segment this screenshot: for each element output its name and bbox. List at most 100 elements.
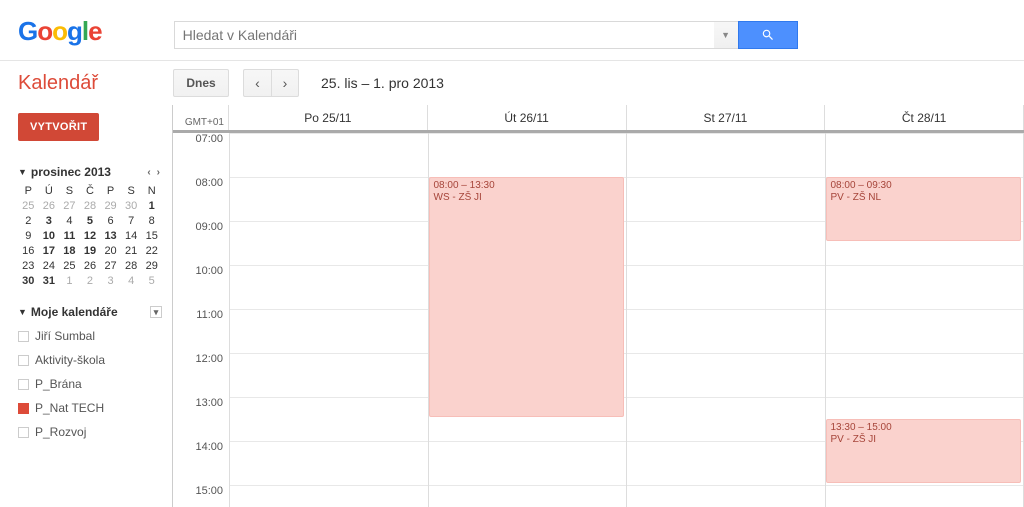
calendar-item[interactable]: P_Nat TECH [18, 401, 162, 415]
mini-day[interactable]: 26 [39, 200, 60, 212]
mini-day[interactable]: 7 [121, 215, 142, 227]
search-button[interactable] [738, 21, 798, 49]
grid-scroll[interactable]: 07:0008:0009:0010:0011:0012:0013:0014:00… [173, 133, 1024, 507]
toolbar: Kalendář Dnes ‹ › 25. lis – 1. pro 2013 [0, 61, 1024, 105]
mini-day[interactable]: 26 [80, 260, 101, 272]
search-input[interactable] [174, 21, 714, 49]
mini-day[interactable]: 27 [59, 200, 80, 212]
calendar-event[interactable]: 13:30 – 15:00PV - ZŠ JI [826, 419, 1022, 483]
mini-day[interactable]: 8 [141, 215, 162, 227]
mini-day[interactable]: 24 [39, 260, 60, 272]
mini-day[interactable]: 4 [121, 275, 142, 287]
calendar-event[interactable]: 08:00 – 09:30PV - ZŠ NL [826, 177, 1022, 241]
hour-label: 09:00 [195, 221, 229, 265]
calendar-label: Aktivity-škola [35, 353, 105, 367]
mini-day[interactable]: 5 [80, 215, 101, 227]
sidebar: VYTVOŘIT ▼ prosinec 2013 ‹ › PÚSČPSN2526… [0, 105, 172, 507]
search-dropdown[interactable]: ▼ [714, 21, 738, 49]
today-button[interactable]: Dnes [173, 69, 229, 97]
mini-day[interactable]: 4 [59, 215, 80, 227]
nav-group: ‹ › [243, 69, 299, 97]
calendar-swatch [18, 379, 29, 390]
day-column[interactable] [627, 133, 826, 507]
collapse-icon: ▼ [18, 307, 27, 317]
event-time: 08:00 – 09:30 [831, 180, 1017, 192]
create-button[interactable]: VYTVOŘIT [18, 113, 99, 141]
mini-day[interactable]: 29 [100, 200, 121, 212]
mini-day[interactable]: 19 [80, 245, 101, 257]
mini-next[interactable]: › [155, 167, 162, 178]
mini-day[interactable]: 17 [39, 245, 60, 257]
mini-day[interactable]: 10 [39, 230, 60, 242]
date-range: 25. lis – 1. pro 2013 [321, 75, 444, 91]
mini-day[interactable]: 5 [141, 275, 162, 287]
prev-button[interactable]: ‹ [243, 69, 271, 97]
mini-day[interactable]: 9 [18, 230, 39, 242]
calendar-item[interactable]: P_Rozvoj [18, 425, 162, 439]
hour-label: 11:00 [196, 309, 229, 353]
mini-day[interactable]: 30 [121, 200, 142, 212]
event-title: PV - ZŠ JI [831, 434, 1017, 446]
hour-label: 14:00 [195, 441, 229, 485]
mini-day[interactable]: 18 [59, 245, 80, 257]
mini-day[interactable]: 13 [100, 230, 121, 242]
mini-day[interactable]: 12 [80, 230, 101, 242]
mini-dow: P [100, 185, 121, 197]
mini-day[interactable]: 14 [121, 230, 142, 242]
day-headers-inner: Po 25/11Út 26/11St 27/11Čt 28/11 [229, 105, 1024, 130]
calendar-label: P_Nat TECH [35, 401, 104, 415]
mini-prev[interactable]: ‹ [145, 167, 152, 178]
mini-day[interactable]: 16 [18, 245, 39, 257]
mini-day[interactable]: 22 [141, 245, 162, 257]
mini-calendar-title: prosinec 2013 [31, 165, 111, 179]
mini-day[interactable]: 3 [100, 275, 121, 287]
hour-label: 10:00 [195, 265, 229, 309]
calendar-item[interactable]: Aktivity-škola [18, 353, 162, 367]
mini-dow: Č [80, 185, 101, 197]
calendar-swatch [18, 403, 29, 414]
mini-day[interactable]: 28 [80, 200, 101, 212]
mini-day[interactable]: 29 [141, 260, 162, 272]
event-time: 08:00 – 13:30 [434, 180, 620, 192]
mini-day[interactable]: 28 [121, 260, 142, 272]
calendar-item[interactable]: Jiří Sumbal [18, 329, 162, 343]
mini-day[interactable]: 3 [39, 215, 60, 227]
mini-day[interactable]: 21 [121, 245, 142, 257]
mini-day[interactable]: 1 [141, 200, 162, 212]
next-button[interactable]: › [271, 69, 299, 97]
mini-day[interactable]: 11 [59, 230, 80, 242]
mini-day[interactable]: 23 [18, 260, 39, 272]
day-header: St 27/11 [627, 105, 826, 130]
my-calendars-header[interactable]: ▼ Moje kalendáře ▾ [18, 305, 162, 319]
mini-day[interactable]: 30 [18, 275, 39, 287]
event-title: WS - ZŠ JI [434, 192, 620, 204]
mini-day[interactable]: 2 [80, 275, 101, 287]
mini-dow: S [121, 185, 142, 197]
search-icon [761, 28, 775, 42]
mini-day[interactable]: 6 [100, 215, 121, 227]
mini-day[interactable]: 20 [100, 245, 121, 257]
calendar-event[interactable]: 08:00 – 13:30WS - ZŠ JI [429, 177, 625, 417]
mini-calendar-grid[interactable]: PÚSČPSN252627282930123456789101112131415… [18, 185, 162, 287]
hour-label: 13:00 [195, 397, 229, 441]
mini-day[interactable]: 31 [39, 275, 60, 287]
mini-day[interactable]: 25 [18, 200, 39, 212]
mini-day[interactable]: 15 [141, 230, 162, 242]
mini-day[interactable]: 25 [59, 260, 80, 272]
calendar-grid: GMT+01 Po 25/11Út 26/11St 27/11Čt 28/11 … [172, 105, 1024, 507]
mini-day[interactable]: 2 [18, 215, 39, 227]
day-columns: 08:00 – 13:30WS - ZŠ JI08:00 – 09:30PV -… [229, 133, 1024, 507]
day-column[interactable] [230, 133, 429, 507]
calendar-label: P_Brána [35, 377, 82, 391]
dropdown-icon[interactable]: ▾ [150, 306, 162, 318]
day-headers: GMT+01 Po 25/11Út 26/11St 27/11Čt 28/11 [173, 105, 1024, 133]
collapse-icon[interactable]: ▼ [18, 167, 27, 177]
calendar-swatch [18, 427, 29, 438]
day-header: Čt 28/11 [825, 105, 1024, 130]
app-title: Kalendář [18, 72, 173, 95]
mini-day[interactable]: 27 [100, 260, 121, 272]
calendar-item[interactable]: P_Brána [18, 377, 162, 391]
mini-day[interactable]: 1 [59, 275, 80, 287]
calendar-label: Jiří Sumbal [35, 329, 95, 343]
mini-dow: P [18, 185, 39, 197]
